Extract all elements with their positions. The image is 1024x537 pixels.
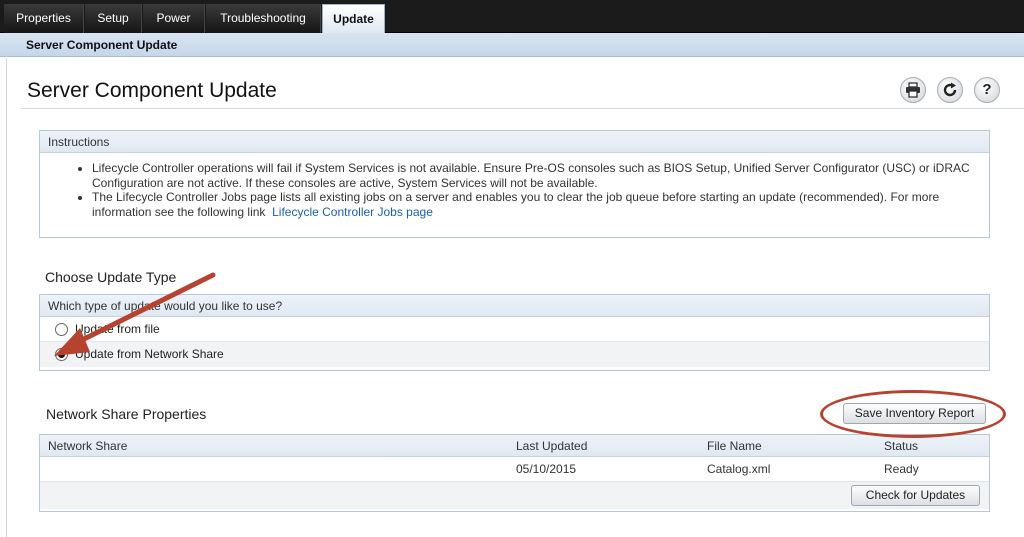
annotation-arrow-shaft [69, 272, 216, 348]
annotation-overlay [54, 272, 216, 356]
annotation-arrow-head [54, 328, 90, 356]
annotation-circle [820, 390, 1006, 438]
